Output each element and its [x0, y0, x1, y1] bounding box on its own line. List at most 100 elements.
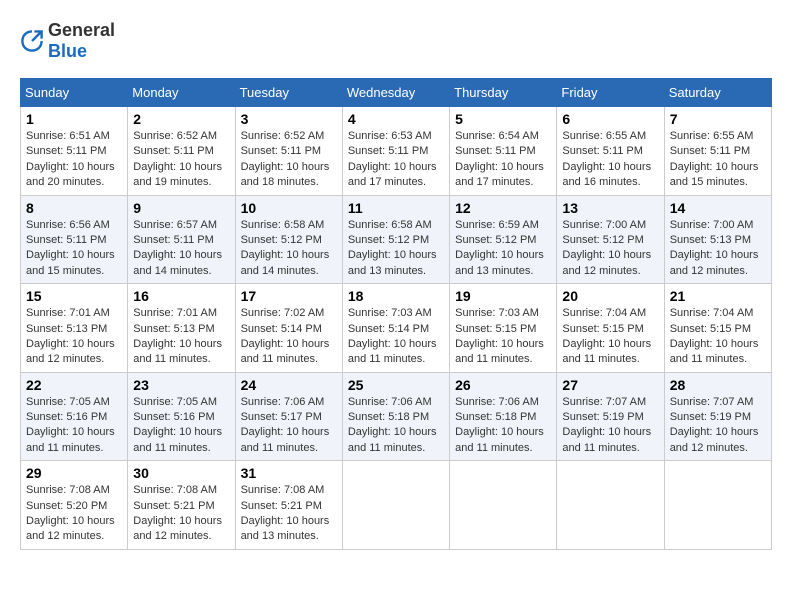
daylight-minutes: and 13 minutes.	[348, 265, 426, 277]
sunset-label: Sunset: 5:12 PM	[562, 234, 643, 246]
day-number: 7	[670, 111, 766, 127]
daylight-minutes: and 11 minutes.	[133, 353, 210, 365]
sunset-label: Sunset: 5:12 PM	[241, 234, 322, 246]
daylight-label: Daylight: 10 hours	[241, 426, 330, 438]
day-info: Sunrise: 6:55 AM Sunset: 5:11 PM Dayligh…	[562, 129, 658, 191]
day-info: Sunrise: 7:06 AM Sunset: 5:18 PM Dayligh…	[455, 395, 551, 457]
daylight-minutes: and 18 minutes.	[241, 176, 319, 188]
day-number: 25	[348, 377, 444, 393]
daylight-label: Daylight: 10 hours	[562, 426, 651, 438]
sunset-label: Sunset: 5:15 PM	[455, 323, 536, 335]
calendar-cell: 4 Sunrise: 6:53 AM Sunset: 5:11 PM Dayli…	[342, 107, 449, 196]
sunset-label: Sunset: 5:11 PM	[348, 145, 429, 157]
calendar-cell: 24 Sunrise: 7:06 AM Sunset: 5:17 PM Dayl…	[235, 372, 342, 461]
daylight-minutes: and 11 minutes.	[562, 353, 639, 365]
sunrise-label: Sunrise: 7:07 AM	[562, 396, 646, 408]
sunrise-label: Sunrise: 7:06 AM	[241, 396, 325, 408]
daylight-label: Daylight: 10 hours	[455, 249, 544, 261]
sunrise-label: Sunrise: 7:04 AM	[562, 307, 646, 319]
sunset-label: Sunset: 5:15 PM	[562, 323, 643, 335]
calendar-cell: 15 Sunrise: 7:01 AM Sunset: 5:13 PM Dayl…	[21, 284, 128, 373]
sunrise-label: Sunrise: 7:03 AM	[455, 307, 539, 319]
calendar-cell: 20 Sunrise: 7:04 AM Sunset: 5:15 PM Dayl…	[557, 284, 664, 373]
calendar-cell: 8 Sunrise: 6:56 AM Sunset: 5:11 PM Dayli…	[21, 195, 128, 284]
sunrise-label: Sunrise: 7:03 AM	[348, 307, 432, 319]
day-info: Sunrise: 7:03 AM Sunset: 5:14 PM Dayligh…	[348, 306, 444, 368]
day-info: Sunrise: 6:58 AM Sunset: 5:12 PM Dayligh…	[348, 218, 444, 280]
sunrise-label: Sunrise: 7:06 AM	[455, 396, 539, 408]
calendar-week-row: 1 Sunrise: 6:51 AM Sunset: 5:11 PM Dayli…	[21, 107, 772, 196]
col-monday: Monday	[128, 79, 235, 107]
calendar-cell: 31 Sunrise: 7:08 AM Sunset: 5:21 PM Dayl…	[235, 461, 342, 550]
sunset-label: Sunset: 5:11 PM	[455, 145, 536, 157]
day-number: 30	[133, 465, 229, 481]
daylight-minutes: and 11 minutes.	[133, 442, 210, 454]
day-number: 1	[26, 111, 122, 127]
day-info: Sunrise: 6:57 AM Sunset: 5:11 PM Dayligh…	[133, 218, 229, 280]
day-number: 2	[133, 111, 229, 127]
calendar-cell: 26 Sunrise: 7:06 AM Sunset: 5:18 PM Dayl…	[450, 372, 557, 461]
daylight-minutes: and 14 minutes.	[241, 265, 319, 277]
day-info: Sunrise: 7:08 AM Sunset: 5:20 PM Dayligh…	[26, 483, 122, 545]
daylight-minutes: and 11 minutes.	[348, 442, 425, 454]
sunset-label: Sunset: 5:20 PM	[26, 500, 107, 512]
daylight-label: Daylight: 10 hours	[455, 338, 544, 350]
sunset-label: Sunset: 5:11 PM	[26, 234, 107, 246]
day-number: 14	[670, 200, 766, 216]
day-number: 4	[348, 111, 444, 127]
sunset-label: Sunset: 5:18 PM	[348, 411, 429, 423]
day-info: Sunrise: 7:00 AM Sunset: 5:13 PM Dayligh…	[670, 218, 766, 280]
daylight-minutes: and 11 minutes.	[26, 442, 103, 454]
daylight-minutes: and 12 minutes.	[26, 353, 104, 365]
sunrise-label: Sunrise: 6:55 AM	[670, 130, 754, 142]
day-info: Sunrise: 7:05 AM Sunset: 5:16 PM Dayligh…	[133, 395, 229, 457]
calendar-cell	[342, 461, 449, 550]
day-info: Sunrise: 7:01 AM Sunset: 5:13 PM Dayligh…	[133, 306, 229, 368]
day-info: Sunrise: 7:08 AM Sunset: 5:21 PM Dayligh…	[241, 483, 337, 545]
sunset-label: Sunset: 5:13 PM	[670, 234, 751, 246]
daylight-minutes: and 11 minutes.	[670, 353, 747, 365]
daylight-minutes: and 13 minutes.	[241, 530, 319, 542]
sunrise-label: Sunrise: 6:58 AM	[348, 219, 432, 231]
daylight-label: Daylight: 10 hours	[241, 249, 330, 261]
sunset-label: Sunset: 5:11 PM	[241, 145, 322, 157]
sunset-label: Sunset: 5:11 PM	[133, 145, 214, 157]
day-info: Sunrise: 7:07 AM Sunset: 5:19 PM Dayligh…	[562, 395, 658, 457]
col-wednesday: Wednesday	[342, 79, 449, 107]
col-tuesday: Tuesday	[235, 79, 342, 107]
day-number: 12	[455, 200, 551, 216]
calendar-cell: 14 Sunrise: 7:00 AM Sunset: 5:13 PM Dayl…	[664, 195, 771, 284]
daylight-minutes: and 12 minutes.	[670, 265, 748, 277]
day-number: 27	[562, 377, 658, 393]
daylight-label: Daylight: 10 hours	[562, 249, 651, 261]
daylight-label: Daylight: 10 hours	[670, 161, 759, 173]
daylight-minutes: and 16 minutes.	[562, 176, 640, 188]
daylight-label: Daylight: 10 hours	[455, 161, 544, 173]
daylight-minutes: and 11 minutes.	[455, 442, 532, 454]
logo-text-general: General	[48, 20, 115, 40]
sunrise-label: Sunrise: 7:08 AM	[241, 484, 325, 496]
calendar-cell: 12 Sunrise: 6:59 AM Sunset: 5:12 PM Dayl…	[450, 195, 557, 284]
day-info: Sunrise: 7:06 AM Sunset: 5:18 PM Dayligh…	[348, 395, 444, 457]
calendar-cell: 21 Sunrise: 7:04 AM Sunset: 5:15 PM Dayl…	[664, 284, 771, 373]
daylight-label: Daylight: 10 hours	[26, 426, 115, 438]
daylight-minutes: and 12 minutes.	[133, 530, 211, 542]
day-info: Sunrise: 6:55 AM Sunset: 5:11 PM Dayligh…	[670, 129, 766, 191]
calendar-cell: 11 Sunrise: 6:58 AM Sunset: 5:12 PM Dayl…	[342, 195, 449, 284]
day-number: 26	[455, 377, 551, 393]
calendar-cell: 2 Sunrise: 6:52 AM Sunset: 5:11 PM Dayli…	[128, 107, 235, 196]
daylight-label: Daylight: 10 hours	[455, 426, 544, 438]
calendar-cell: 27 Sunrise: 7:07 AM Sunset: 5:19 PM Dayl…	[557, 372, 664, 461]
day-number: 9	[133, 200, 229, 216]
sunrise-label: Sunrise: 6:51 AM	[26, 130, 110, 142]
daylight-minutes: and 19 minutes.	[133, 176, 211, 188]
calendar-week-row: 29 Sunrise: 7:08 AM Sunset: 5:20 PM Dayl…	[21, 461, 772, 550]
daylight-label: Daylight: 10 hours	[670, 338, 759, 350]
sunset-label: Sunset: 5:21 PM	[241, 500, 322, 512]
calendar-cell	[557, 461, 664, 550]
calendar-cell: 18 Sunrise: 7:03 AM Sunset: 5:14 PM Dayl…	[342, 284, 449, 373]
daylight-minutes: and 12 minutes.	[562, 265, 640, 277]
daylight-label: Daylight: 10 hours	[348, 161, 437, 173]
daylight-minutes: and 20 minutes.	[26, 176, 104, 188]
day-info: Sunrise: 7:05 AM Sunset: 5:16 PM Dayligh…	[26, 395, 122, 457]
